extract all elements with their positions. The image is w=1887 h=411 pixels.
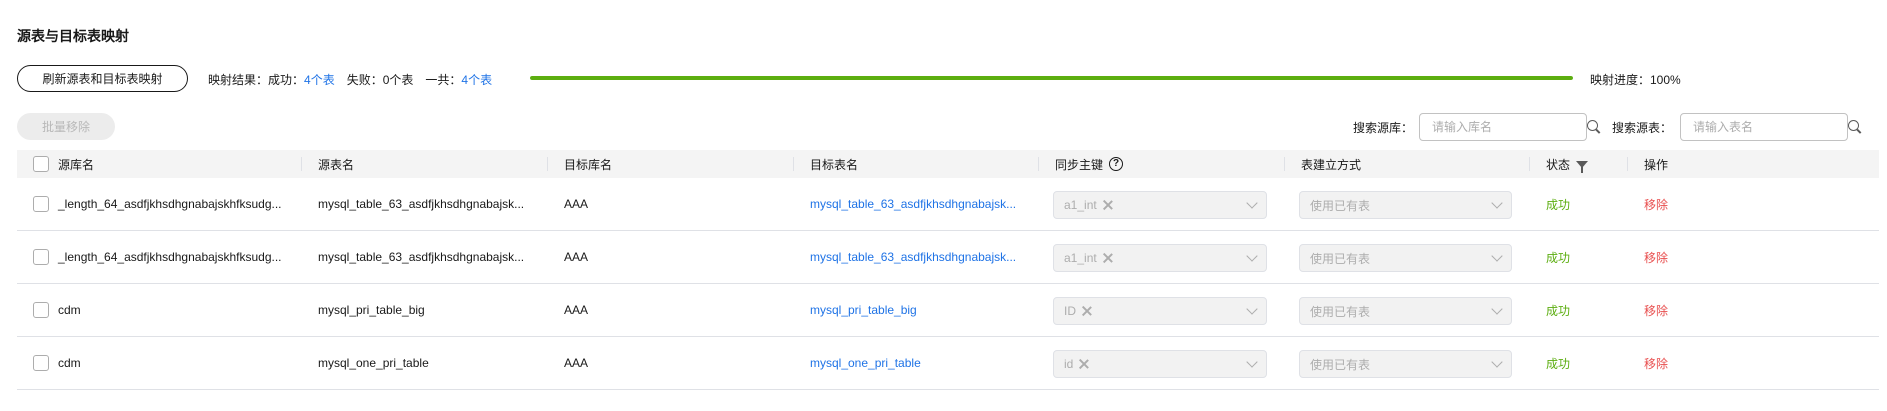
refresh-mapping-button[interactable]: 刷新源表和目标表映射 xyxy=(17,65,188,92)
row-checkbox[interactable] xyxy=(33,196,49,212)
source-table-cell: mysql_one_pri_table xyxy=(318,356,429,370)
search-db-box xyxy=(1419,113,1598,141)
batch-remove-button[interactable]: 批量移除 xyxy=(17,113,115,140)
status-badge: 成功 xyxy=(1546,303,1571,318)
chevron-down-icon xyxy=(1246,250,1258,262)
sync-key-select[interactable]: a1_int xyxy=(1053,244,1267,272)
total-count-link[interactable]: 4个表 xyxy=(461,71,492,88)
header-source-db: 源库名 xyxy=(58,157,95,172)
create-mode-select[interactable]: 使用已有表 xyxy=(1299,350,1512,378)
fail-count-label: 失败：0个表 xyxy=(346,73,414,87)
target-db-cell: AAA xyxy=(564,356,589,370)
select-all-checkbox[interactable] xyxy=(33,156,49,172)
table-header: 源库名 源表名 目标库名 目标表名 同步主键 ? 表建立方式 状态 操作 xyxy=(17,150,1879,178)
tag-close-icon xyxy=(1103,200,1113,210)
header-target-db: 目标库名 xyxy=(564,157,613,172)
help-icon[interactable]: ? xyxy=(1109,157,1124,171)
tag-close-icon xyxy=(1079,359,1089,369)
remove-link[interactable]: 移除 xyxy=(1644,178,1668,230)
tag-close-icon xyxy=(1103,253,1113,263)
status-badge: 成功 xyxy=(1546,356,1571,371)
target-db-cell: AAA xyxy=(564,197,589,211)
mapping-result: 映射结果：成功： 4个表 失败：0个表 一共： 4个表 xyxy=(208,71,492,88)
sync-key-tag: id xyxy=(1064,357,1089,371)
filter-icon[interactable] xyxy=(1576,160,1589,173)
mapping-table: 源库名 源表名 目标库名 目标表名 同步主键 ? 表建立方式 状态 操作 _le… xyxy=(17,150,1879,390)
sync-key-tag: ID xyxy=(1064,304,1092,318)
mapping-progress-bar xyxy=(530,76,1573,80)
create-mode-select[interactable]: 使用已有表 xyxy=(1299,244,1512,272)
remove-link[interactable]: 移除 xyxy=(1644,284,1668,336)
target-table-link[interactable]: mysql_one_pri_table xyxy=(810,337,921,389)
success-count-link[interactable]: 4个表 xyxy=(304,71,335,88)
sync-key-select[interactable]: id xyxy=(1053,350,1267,378)
search-table-box xyxy=(1680,113,1859,141)
source-table-cell: mysql_table_63_asdfjkhsdhgnabajsk... xyxy=(318,197,525,211)
search-table-label: 搜索源表： xyxy=(1612,121,1673,135)
header-source-table: 源表名 xyxy=(318,157,355,172)
search-icon[interactable] xyxy=(1848,120,1862,134)
sync-key-select[interactable]: ID xyxy=(1053,297,1267,325)
target-table-link[interactable]: mysql_table_63_asdfjkhsdhgnabajsk... xyxy=(810,178,1016,230)
status-badge: 成功 xyxy=(1546,250,1571,265)
header-status: 状态 xyxy=(1546,157,1571,172)
remove-link[interactable]: 移除 xyxy=(1644,337,1668,389)
header-create-mode: 表建立方式 xyxy=(1301,157,1362,172)
source-db-cell: cdm xyxy=(58,356,81,370)
chevron-down-icon xyxy=(1491,197,1503,209)
row-checkbox[interactable] xyxy=(33,249,49,265)
create-mode-value: 使用已有表 xyxy=(1310,304,1371,319)
create-mode-value: 使用已有表 xyxy=(1310,198,1371,213)
sync-key-select[interactable]: a1_int xyxy=(1053,191,1267,219)
status-badge: 成功 xyxy=(1546,197,1571,212)
table-row: _length_64_asdfjkhsdhgnabajskhfksudg... … xyxy=(17,231,1879,284)
chevron-down-icon xyxy=(1491,250,1503,262)
page-title: 源表与目标表映射 xyxy=(17,28,129,44)
source-table-cell: mysql_table_63_asdfjkhsdhgnabajsk... xyxy=(318,250,525,264)
source-db-cell: _length_64_asdfjkhsdhgnabajskhfksudg... xyxy=(58,250,282,264)
mapping-progress-fill xyxy=(530,76,1573,80)
header-action: 操作 xyxy=(1644,157,1669,172)
search-db-label: 搜索源库： xyxy=(1353,121,1414,135)
chevron-down-icon xyxy=(1246,197,1258,209)
mapping-progress-label: 映射进度：100% xyxy=(1590,73,1681,87)
total-label: 一共： xyxy=(425,73,462,87)
sync-key-tag: a1_int xyxy=(1064,251,1113,265)
source-db-cell: _length_64_asdfjkhsdhgnabajskhfksudg... xyxy=(58,197,282,211)
search-db-input[interactable] xyxy=(1432,120,1587,134)
table-row: _length_64_asdfjkhsdhgnabajskhfksudg... … xyxy=(17,178,1879,231)
remove-link[interactable]: 移除 xyxy=(1644,231,1668,283)
target-db-cell: AAA xyxy=(564,303,589,317)
source-table-cell: mysql_pri_table_big xyxy=(318,303,425,317)
create-mode-value: 使用已有表 xyxy=(1310,357,1371,372)
header-sync-key: 同步主键 xyxy=(1055,157,1104,172)
header-target-table: 目标表名 xyxy=(810,157,859,172)
search-icon[interactable] xyxy=(1587,120,1601,134)
row-checkbox[interactable] xyxy=(33,302,49,318)
target-table-link[interactable]: mysql_pri_table_big xyxy=(810,284,917,336)
source-db-cell: cdm xyxy=(58,303,81,317)
search-table-input[interactable] xyxy=(1693,120,1848,134)
table-row: cdm mysql_pri_table_big AAA mysql_pri_ta… xyxy=(17,284,1879,337)
target-table-link[interactable]: mysql_table_63_asdfjkhsdhgnabajsk... xyxy=(810,231,1016,283)
row-checkbox[interactable] xyxy=(33,355,49,371)
create-mode-select[interactable]: 使用已有表 xyxy=(1299,191,1512,219)
create-mode-select[interactable]: 使用已有表 xyxy=(1299,297,1512,325)
result-success-label: 映射结果：成功： xyxy=(208,73,305,87)
chevron-down-icon xyxy=(1246,356,1258,368)
target-db-cell: AAA xyxy=(564,250,589,264)
tag-close-icon xyxy=(1082,306,1092,316)
table-row: cdm mysql_one_pri_table AAA mysql_one_pr… xyxy=(17,337,1879,390)
chevron-down-icon xyxy=(1246,303,1258,315)
chevron-down-icon xyxy=(1491,356,1503,368)
create-mode-value: 使用已有表 xyxy=(1310,251,1371,266)
sync-key-tag: a1_int xyxy=(1064,198,1113,212)
chevron-down-icon xyxy=(1491,303,1503,315)
